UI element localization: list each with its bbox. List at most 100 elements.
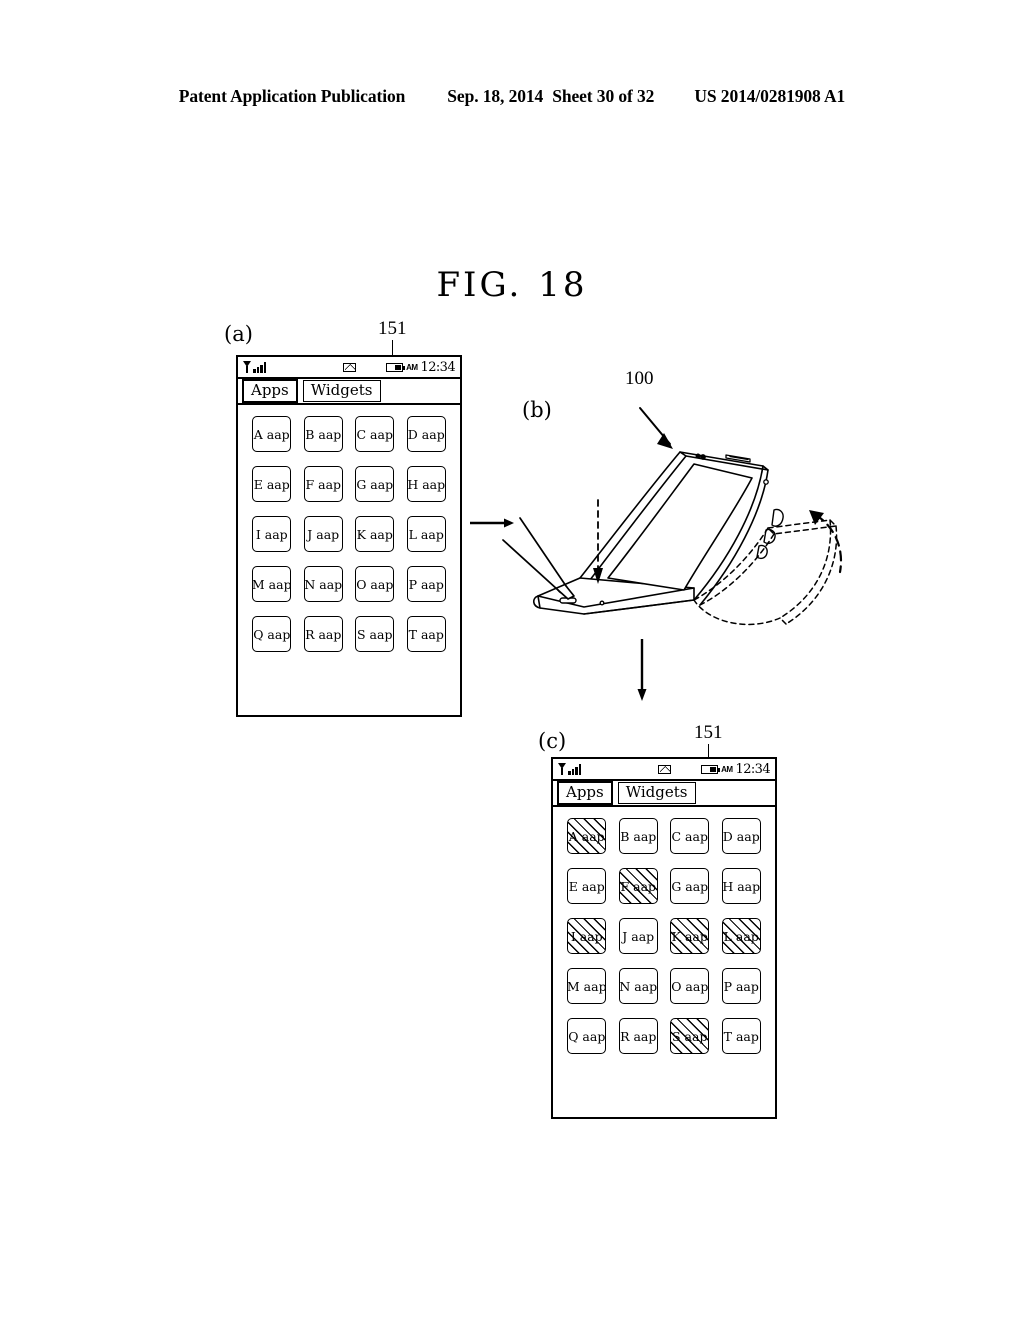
envelope-icon-wrap: [238, 362, 460, 372]
app-icon[interactable]: O aap: [355, 566, 395, 602]
app-icon[interactable]: E aap: [567, 868, 607, 904]
app-icon-label: L aap: [408, 526, 444, 542]
app-cell: Q aap: [246, 616, 298, 652]
app-icon-label: S aap: [357, 626, 393, 642]
app-icon[interactable]: D aap: [406, 416, 446, 452]
app-icon[interactable]: A aap: [252, 416, 292, 452]
app-icon-label: H aap: [722, 878, 761, 894]
app-icon[interactable]: E aap: [252, 466, 292, 502]
app-icon-label: D aap: [407, 426, 445, 442]
app-icon[interactable]: M aap: [252, 566, 292, 602]
envelope-icon-wrap: [553, 764, 775, 774]
app-icon-label: C aap: [671, 828, 708, 844]
app-icon[interactable]: P aap: [406, 566, 446, 602]
app-cell: S aap: [664, 1018, 716, 1054]
app-icon-label: B aap: [305, 426, 342, 442]
tab-apps-c[interactable]: Apps: [557, 781, 613, 805]
app-icon[interactable]: C aap: [670, 818, 710, 854]
app-cell: K aap: [664, 918, 716, 954]
app-icon[interactable]: B aap: [618, 818, 658, 854]
app-cell: C aap: [664, 818, 716, 854]
app-icon[interactable]: S aap: [670, 1018, 710, 1054]
app-cell: O aap: [664, 968, 716, 1004]
sheet-number: Sheet 30 of 32: [552, 86, 655, 106]
app-icon[interactable]: R aap: [618, 1018, 658, 1054]
bend-arrow: [814, 513, 842, 574]
app-icon-label: R aap: [620, 1028, 657, 1044]
app-icon[interactable]: K aap: [355, 516, 395, 552]
app-icon[interactable]: G aap: [355, 466, 395, 502]
app-icon-label: G aap: [356, 476, 394, 492]
app-grid-a: A aap B aap C aap D aap E aap F aap G aap H aap…: [238, 405, 460, 715]
battery-icon: [701, 764, 721, 774]
app-icon-label: F aap: [305, 476, 342, 492]
app-cell: Q aap: [561, 1018, 613, 1054]
leader-line-151-c: [708, 744, 709, 758]
app-icon-label: I aap: [570, 928, 603, 944]
app-icon-label: D aap: [722, 828, 760, 844]
app-icon-label: Q aap: [253, 626, 291, 642]
app-icon[interactable]: M aap: [567, 968, 607, 1004]
status-bar-c: AM 12:34: [553, 759, 775, 781]
app-cell: G aap: [664, 868, 716, 904]
app-icon[interactable]: F aap: [303, 466, 343, 502]
tab-apps-a[interactable]: Apps: [242, 379, 298, 403]
app-cell: K aap: [349, 516, 401, 552]
app-icon[interactable]: D aap: [721, 818, 761, 854]
app-icon[interactable]: F aap: [618, 868, 658, 904]
app-icon-label: F aap: [620, 878, 657, 894]
tab-bar-a: Apps Widgets: [238, 379, 460, 405]
app-icon[interactable]: Q aap: [567, 1018, 607, 1054]
envelope-icon: [657, 764, 671, 774]
app-cell: M aap: [561, 968, 613, 1004]
app-icon[interactable]: N aap: [303, 566, 343, 602]
tab-widgets-c[interactable]: Widgets: [617, 782, 696, 804]
app-icon-label: A aap: [568, 828, 605, 844]
app-icon[interactable]: P aap: [721, 968, 761, 1004]
tab-widgets-a[interactable]: Widgets: [302, 380, 381, 402]
app-icon[interactable]: S aap: [355, 616, 395, 652]
app-icon-label: A aap: [253, 426, 290, 442]
app-cell: O aap: [349, 566, 401, 602]
app-cell: T aap: [716, 1018, 768, 1054]
phone-screen-a: AM 12:34 Apps Widgets A aap B aap C aap D a…: [236, 355, 462, 717]
app-icon[interactable]: J aap: [303, 516, 343, 552]
app-icon-label: E aap: [253, 476, 290, 492]
app-cell: M aap: [246, 566, 298, 602]
app-icon-label: N aap: [619, 978, 658, 994]
app-icon-label: M aap: [567, 978, 607, 994]
app-cell: I aap: [246, 516, 298, 552]
app-icon-label: O aap: [356, 576, 394, 592]
app-icon[interactable]: I aap: [567, 918, 607, 954]
app-icon-label: S aap: [672, 1028, 708, 1044]
app-icon[interactable]: K aap: [670, 918, 710, 954]
publication-date: Sep. 18, 2014: [447, 86, 544, 106]
app-cell: C aap: [349, 416, 401, 452]
app-cell: R aap: [298, 616, 350, 652]
app-icon[interactable]: B aap: [303, 416, 343, 452]
app-icon[interactable]: T aap: [721, 1018, 761, 1054]
app-icon[interactable]: O aap: [670, 968, 710, 1004]
app-icon[interactable]: Q aap: [252, 616, 292, 652]
status-bar-a: AM 12:34: [238, 357, 460, 379]
app-icon[interactable]: R aap: [303, 616, 343, 652]
app-icon-label: H aap: [407, 476, 446, 492]
figure-title: FIG. 18: [0, 265, 1024, 305]
app-icon[interactable]: L aap: [721, 918, 761, 954]
app-icon[interactable]: G aap: [670, 868, 710, 904]
app-icon[interactable]: L aap: [406, 516, 446, 552]
app-cell: T aap: [401, 616, 453, 652]
app-icon[interactable]: C aap: [355, 416, 395, 452]
app-icon-label: T aap: [408, 626, 444, 642]
app-icon[interactable]: A aap: [567, 818, 607, 854]
app-cell: A aap: [561, 818, 613, 854]
panel-label-a: (a): [224, 322, 253, 346]
ref-numeral-100: 100: [625, 368, 654, 389]
app-icon[interactable]: T aap: [406, 616, 446, 652]
app-icon-label: P aap: [408, 576, 444, 592]
app-icon[interactable]: H aap: [406, 466, 446, 502]
app-icon[interactable]: J aap: [618, 918, 658, 954]
app-icon[interactable]: N aap: [618, 968, 658, 1004]
app-icon[interactable]: I aap: [252, 516, 292, 552]
app-icon[interactable]: H aap: [721, 868, 761, 904]
